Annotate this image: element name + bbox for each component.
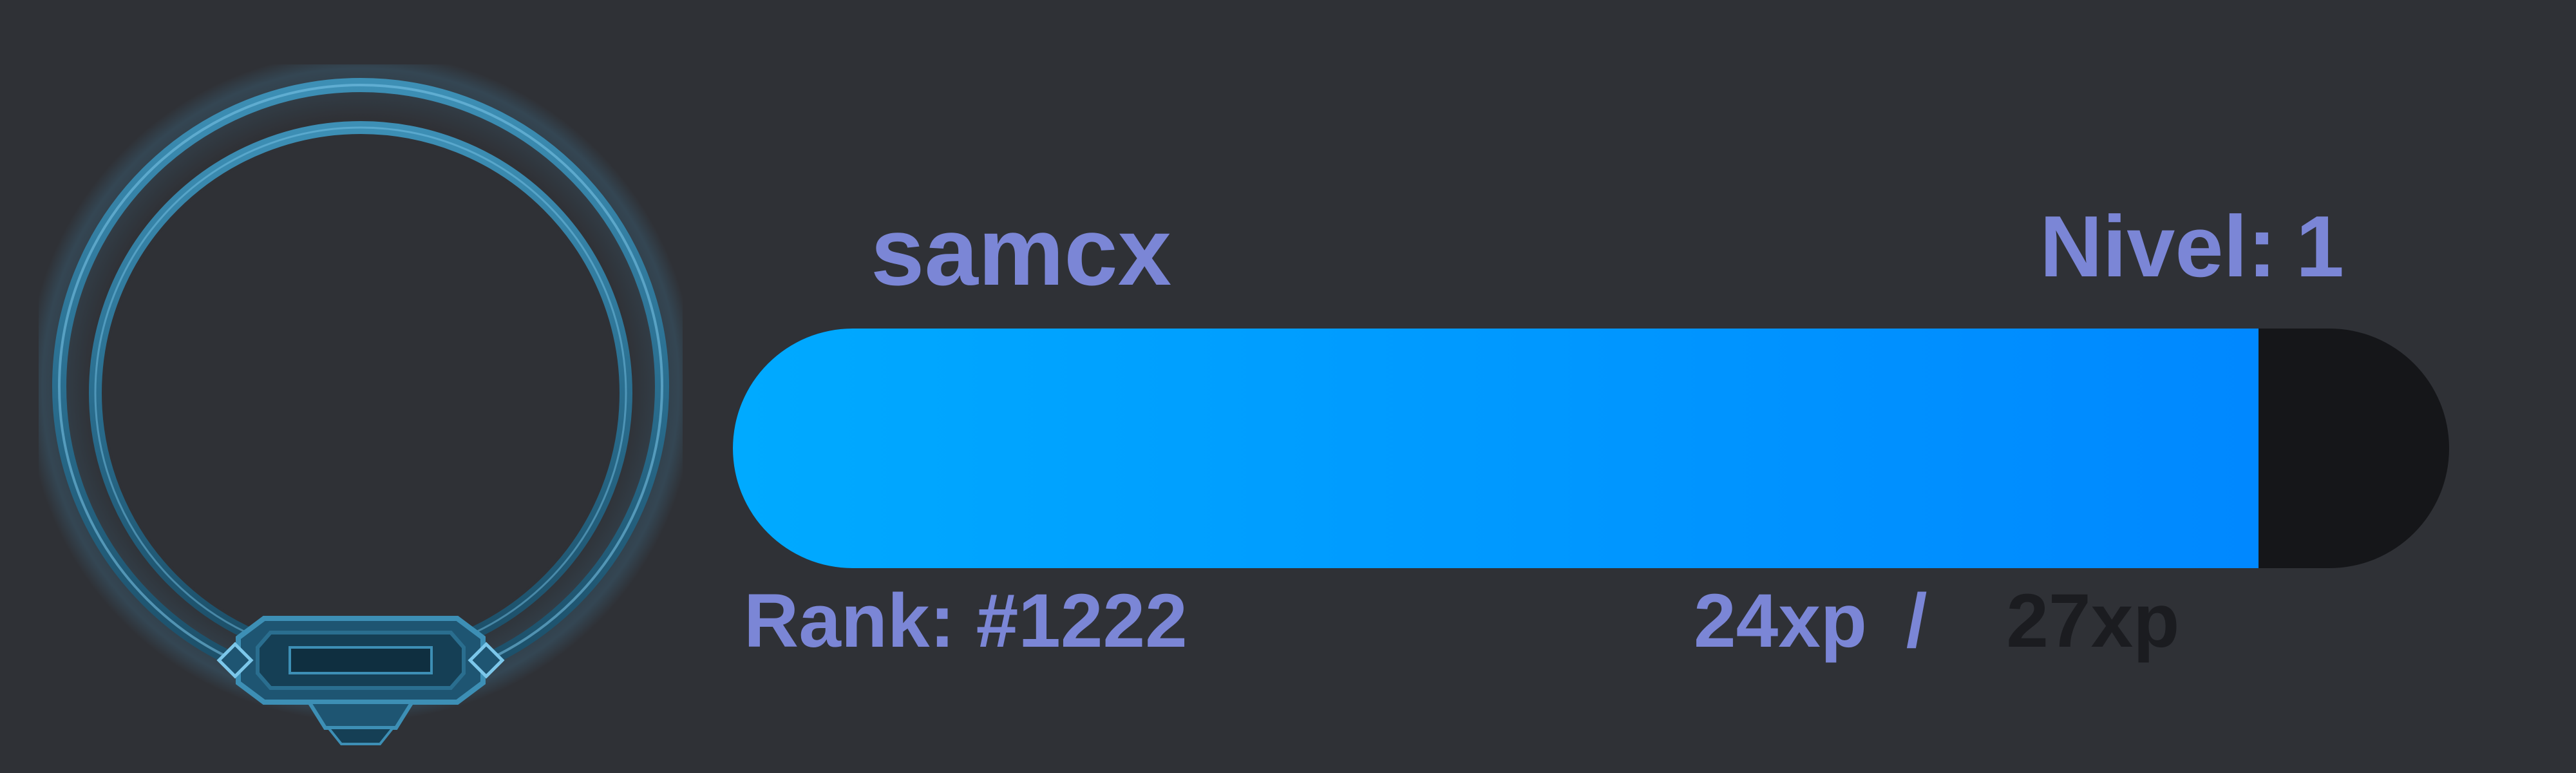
level-display: Nivel: 1 (2040, 203, 2344, 290)
level-value: 1 (2295, 198, 2344, 295)
avatar-ring-svg (39, 64, 683, 745)
avatar-placeholder (104, 137, 617, 649)
xp-progress-fill (733, 329, 2259, 568)
profile-card: samcx Nivel: 1 Rank: #1222 24xp / 27xp (0, 0, 2576, 773)
xp-max: 27xp (2006, 578, 2180, 663)
username-label: samcx (871, 197, 1172, 305)
rank-label: Rank: #1222 (744, 578, 1188, 663)
xp-current: 24xp (1694, 578, 1867, 663)
xp-counter: 24xp / 27xp (1694, 583, 2179, 659)
avatar-frame-icon (39, 64, 683, 773)
xp-separator: / (1906, 578, 1927, 663)
xp-progress-bar (733, 329, 2449, 568)
level-label: Nivel: (2040, 198, 2277, 295)
frame-gem-ornament (216, 616, 505, 745)
